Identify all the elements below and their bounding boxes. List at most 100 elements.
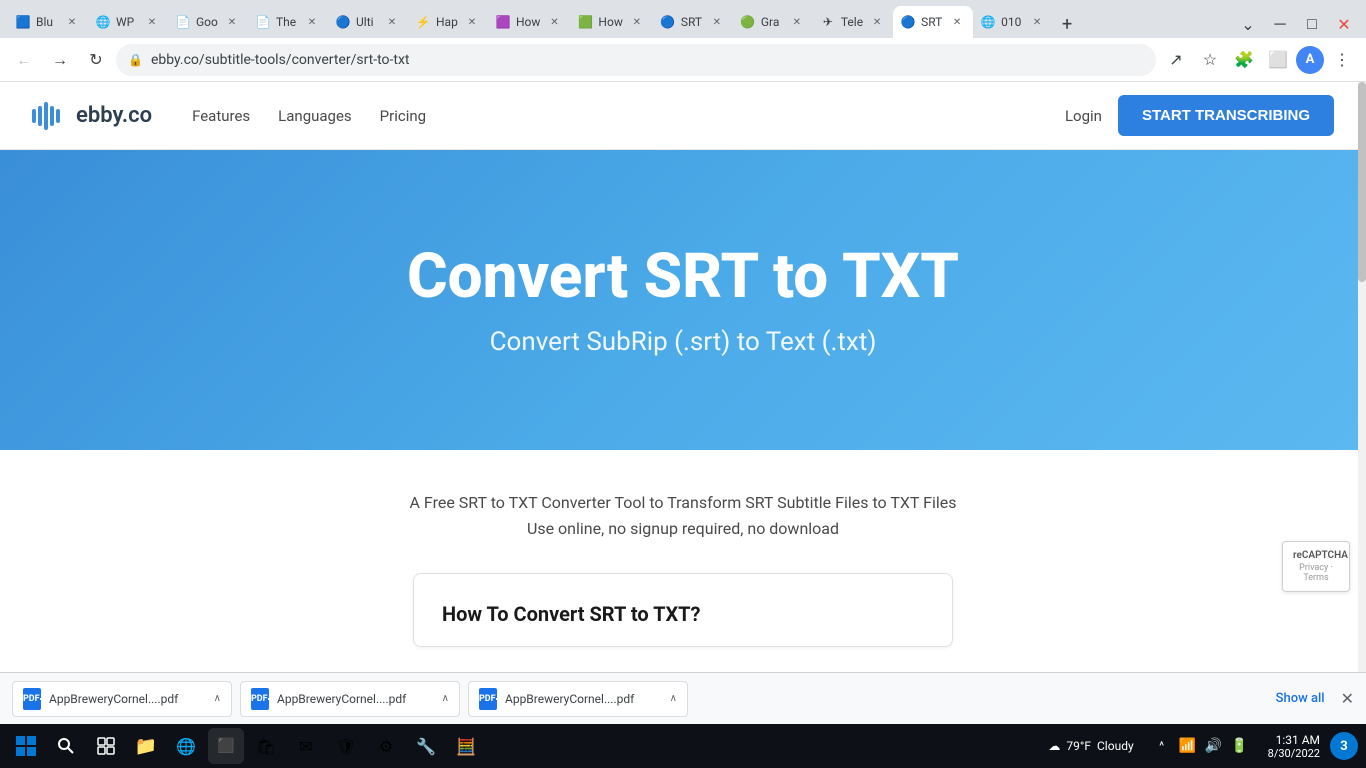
logo-bar-5	[56, 109, 60, 123]
scrollbar[interactable]	[1358, 82, 1366, 672]
webpage: ebby.co Features Languages Pricing Login…	[0, 82, 1366, 672]
download-pdf-icon-1: PDF	[23, 688, 41, 710]
tab-close-srt2[interactable]: ✕	[949, 14, 965, 30]
tab-close-srt1[interactable]: ✕	[709, 14, 725, 30]
clock[interactable]: 1:31 AM 8/30/2022	[1260, 733, 1328, 760]
browser-window: 🟦 Blu ✕ 🌐 WP ✕ 📄 Goo ✕ 📄 The ✕ 🔵 Ulti ✕ …	[0, 0, 1366, 768]
download-pdf-icon-2: PDF	[251, 688, 269, 710]
sidebar-button[interactable]: ⬜	[1262, 44, 1294, 76]
tab-close-gra[interactable]: ✕	[789, 14, 805, 30]
new-tab-button[interactable]: +	[1053, 10, 1081, 38]
tab-the[interactable]: 📄 The ✕	[248, 6, 328, 38]
site-logo[interactable]: ebby.co	[32, 100, 152, 132]
tab-close-how1[interactable]: ✕	[546, 14, 562, 30]
tab-close-blu[interactable]: ✕	[64, 14, 80, 30]
tab-favicon-tele: ✈	[821, 15, 835, 29]
tab-srt2[interactable]: 🔵 SRT ✕	[893, 6, 973, 38]
show-all-button[interactable]: Show all	[1268, 687, 1333, 710]
address-text: ebby.co/subtitle-tools/converter/srt-to-…	[151, 52, 1144, 68]
taskbar-store[interactable]: 🛍	[248, 728, 284, 764]
tray-chevron[interactable]: ^	[1152, 736, 1172, 756]
close-downloads-button[interactable]: ✕	[1341, 689, 1354, 708]
tab-close-the[interactable]: ✕	[304, 14, 320, 30]
taskbar-chrome2[interactable]: ⚙	[368, 728, 404, 764]
tab-label-gra: Gra	[761, 15, 783, 29]
nav-languages[interactable]: Languages	[278, 107, 352, 125]
download-chevron-2[interactable]: ∧	[442, 693, 449, 704]
notification-badge[interactable]: 3	[1330, 732, 1358, 760]
minimize-button[interactable]: ─	[1266, 10, 1294, 38]
download-chevron-3[interactable]: ∧	[670, 693, 677, 704]
back-button[interactable]: ←	[8, 44, 40, 76]
download-chevron-1[interactable]: ∧	[214, 693, 221, 704]
address-bar[interactable]: 🔒 ebby.co/subtitle-tools/converter/srt-t…	[116, 44, 1156, 76]
tab-hap[interactable]: ⚡ Hap ✕	[408, 6, 488, 38]
tab-blu[interactable]: 🟦 Blu ✕	[8, 6, 88, 38]
tab-close-how2[interactable]: ✕	[629, 14, 645, 30]
refresh-button[interactable]: ↻	[80, 44, 112, 76]
content-section: A Free SRT to TXT Converter Tool to Tran…	[0, 450, 1366, 672]
taskbar-mcafee[interactable]: 🛡	[328, 728, 364, 764]
hero-subtitle: Convert SubRip (.srt) to Text (.txt)	[490, 327, 877, 357]
tab-list-button[interactable]: ⌄	[1234, 10, 1262, 38]
tab-tele[interactable]: ✈ Tele ✕	[813, 6, 893, 38]
tab-gra[interactable]: 🟢 Gra ✕	[733, 6, 813, 38]
tab-ulti[interactable]: 🔵 Ulti ✕	[328, 6, 408, 38]
weather-icon: ☁	[1048, 739, 1060, 753]
tab-favicon-hap: ⚡	[416, 15, 430, 29]
tab-close-010[interactable]: ✕	[1029, 14, 1045, 30]
start-menu-button[interactable]	[8, 728, 44, 764]
tab-favicon-wp: 🌐	[96, 15, 110, 29]
tray-network[interactable]: 📶	[1178, 736, 1198, 756]
taskbar-calc[interactable]: 🧮	[448, 728, 484, 764]
menu-button[interactable]: ⋮	[1326, 44, 1358, 76]
download-name-2: AppBreweryCornel....pdf	[277, 692, 434, 706]
weather-temp: 79°F	[1066, 739, 1091, 753]
tab-label-how1: How	[516, 15, 540, 29]
tab-srt1[interactable]: 🔵 SRT ✕	[653, 6, 733, 38]
tab-bar-controls: ⌄ ─ □ ✕	[1234, 10, 1358, 38]
search-icon	[57, 737, 75, 755]
nav-features[interactable]: Features	[192, 107, 250, 125]
tab-close-hap[interactable]: ✕	[464, 14, 480, 30]
description-line2: Use online, no signup required, no downl…	[410, 516, 957, 542]
forward-button[interactable]: →	[44, 44, 76, 76]
logo-text: ebby.co	[76, 103, 152, 128]
tab-label-the: The	[276, 15, 298, 29]
weather-widget[interactable]: ☁ 79°F Cloudy	[1040, 739, 1141, 753]
taskbar-task-view-button[interactable]	[88, 728, 124, 764]
taskbar-terminal[interactable]: ⬛	[208, 728, 244, 764]
profile-button[interactable]: A	[1296, 46, 1324, 74]
logo-bar-1	[32, 109, 36, 123]
share-button[interactable]: ↗	[1160, 44, 1192, 76]
taskbar-mail[interactable]: ✉	[288, 728, 324, 764]
tab-how2[interactable]: 🟩 How ✕	[570, 6, 652, 38]
tray-volume[interactable]: 🔊	[1204, 736, 1224, 756]
tab-wp[interactable]: 🌐 WP ✕	[88, 6, 168, 38]
taskbar-chrome[interactable]: 🌐	[168, 728, 204, 764]
tab-label-wp: WP	[116, 15, 138, 29]
tray-battery[interactable]: 🔋	[1230, 736, 1250, 756]
taskbar-file-explorer[interactable]: 📁	[128, 728, 164, 764]
tab-close-tele[interactable]: ✕	[869, 14, 885, 30]
scrollbar-thumb[interactable]	[1358, 82, 1366, 282]
nav-bar: ← → ↻ 🔒 ebby.co/subtitle-tools/converter…	[0, 38, 1366, 82]
tab-label-tele: Tele	[841, 15, 863, 29]
tab-close-goo[interactable]: ✕	[224, 14, 240, 30]
tab-goo[interactable]: 📄 Goo ✕	[168, 6, 248, 38]
close-button[interactable]: ✕	[1330, 10, 1358, 38]
tab-favicon-gra: 🟢	[741, 15, 755, 29]
taskbar-app1[interactable]: 🔧	[408, 728, 444, 764]
nav-pricing[interactable]: Pricing	[380, 107, 426, 125]
extensions-button[interactable]: 🧩	[1228, 44, 1260, 76]
tab-010[interactable]: 🌐 010 ✕	[973, 6, 1053, 38]
maximize-button[interactable]: □	[1298, 10, 1326, 38]
tab-close-ulti[interactable]: ✕	[384, 14, 400, 30]
start-transcribing-button[interactable]: START TRANSCRIBING	[1118, 95, 1334, 136]
login-link[interactable]: Login	[1065, 107, 1102, 125]
bookmark-button[interactable]: ☆	[1194, 44, 1226, 76]
tab-how1[interactable]: 🟪 How ✕	[488, 6, 570, 38]
logo-bar-4	[50, 106, 54, 126]
taskbar-search-button[interactable]	[48, 728, 84, 764]
tab-close-wp[interactable]: ✕	[144, 14, 160, 30]
